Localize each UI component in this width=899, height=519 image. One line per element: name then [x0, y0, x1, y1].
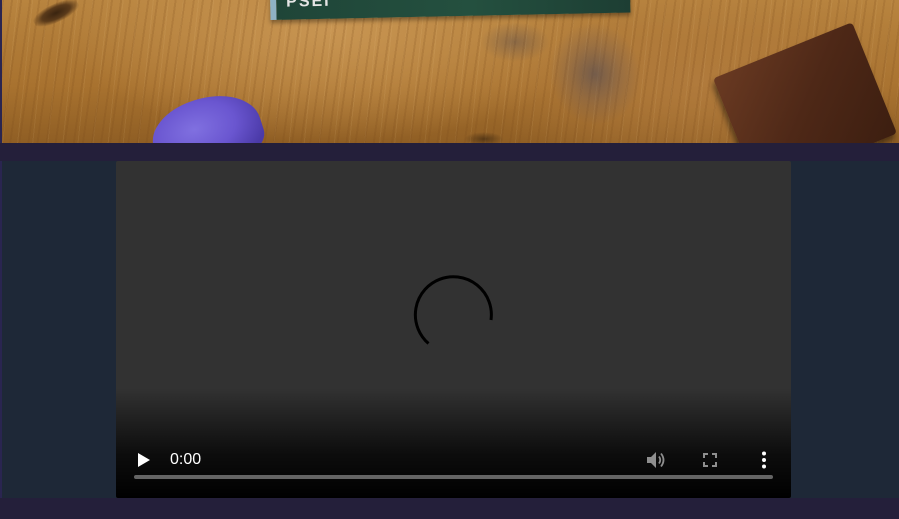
- fullscreen-icon: [703, 453, 717, 467]
- graphite-smudge: [542, 16, 648, 132]
- volume-button[interactable]: [640, 444, 672, 476]
- fullscreen-button[interactable]: [694, 444, 726, 476]
- more-options-button[interactable]: [748, 444, 780, 476]
- graphite-smudge-small: [480, 22, 550, 62]
- brown-eraser: [712, 22, 898, 143]
- purple-pad: [143, 82, 271, 143]
- more-options-icon: [762, 451, 766, 469]
- video-player[interactable]: 0:00: [116, 161, 791, 498]
- play-button[interactable]: [128, 444, 160, 476]
- loading-spinner-icon: [413, 275, 493, 345]
- progress-bar[interactable]: [134, 475, 773, 479]
- play-icon: [138, 453, 150, 467]
- video-controls: 0:00: [116, 428, 791, 498]
- book-spine: PSEI: [270, 0, 631, 20]
- video-section: 0:00: [0, 161, 899, 498]
- page: PSEI 0:00: [0, 0, 899, 519]
- book-spine-text: PSEI: [285, 0, 331, 11]
- volume-icon: [647, 452, 665, 468]
- object-shadow: [464, 132, 504, 143]
- wood-knot: [30, 0, 82, 32]
- current-time: 0:00: [170, 451, 202, 468]
- top-photo: PSEI: [0, 0, 899, 143]
